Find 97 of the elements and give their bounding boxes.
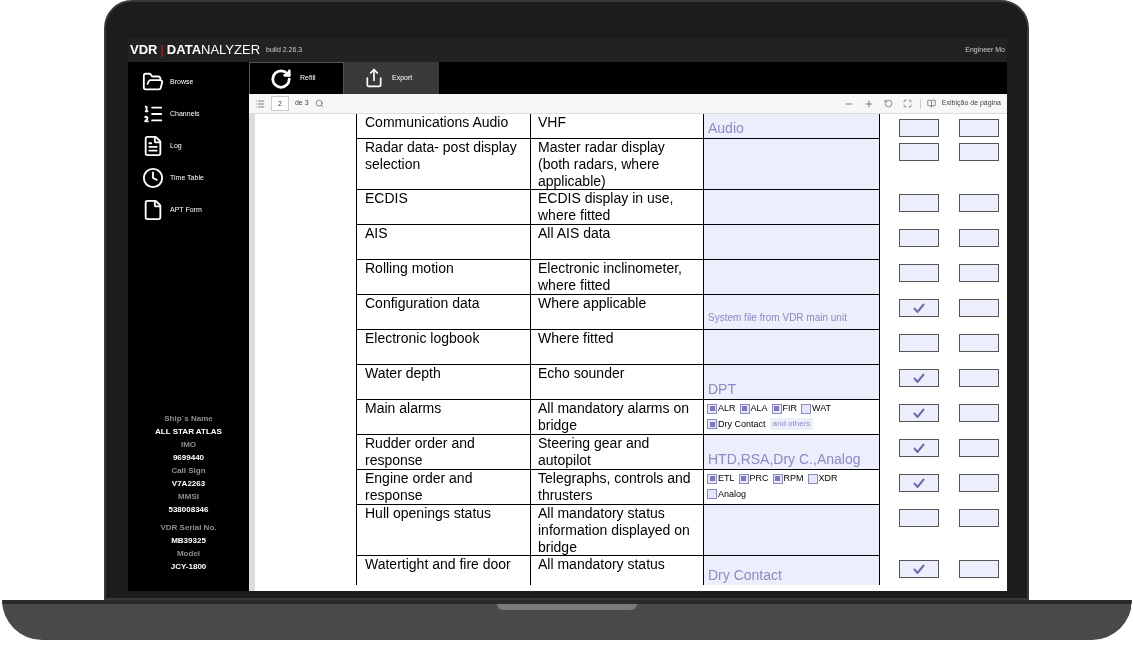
- option-checkbox[interactable]: [807, 473, 818, 484]
- file-icon: [142, 199, 164, 221]
- table-cell: Radar data- post display selection: [356, 138, 531, 190]
- table-cell: ECDIS: [356, 189, 531, 224]
- checkbox[interactable]: [959, 404, 999, 422]
- option-checkbox[interactable]: [801, 403, 812, 414]
- info-label: Model: [176, 548, 201, 560]
- table-cell: Watertight and fire door: [356, 555, 531, 585]
- info-value: MB39325: [171, 535, 206, 547]
- page-view-icon[interactable]: [926, 99, 936, 108]
- option-label: ETL: [718, 472, 735, 485]
- zoom-in-icon[interactable]: [863, 98, 874, 109]
- option-label: Analog: [718, 487, 747, 501]
- clock-icon: [142, 167, 164, 189]
- info-label: VDR Serial No.: [160, 522, 217, 534]
- refresh-icon: [270, 67, 292, 90]
- checkbox[interactable]: [899, 334, 939, 352]
- table-cell: Electronic logbook: [356, 329, 531, 364]
- checkbox[interactable]: [899, 404, 939, 422]
- info-value: V7A2263: [171, 478, 206, 490]
- info-value: 538008346: [168, 504, 209, 516]
- table-cell: Hull openings status: [356, 504, 531, 556]
- check-icon: [913, 303, 925, 313]
- document-icon: [142, 135, 164, 157]
- checkbox[interactable]: [959, 369, 999, 387]
- share-icon: [364, 68, 384, 88]
- checkbox[interactable]: [899, 369, 939, 387]
- checkbox[interactable]: [959, 439, 999, 457]
- table-cell: Rolling motion: [356, 259, 531, 294]
- info-label: Call Sign: [171, 465, 206, 477]
- source-text: Dry Contact: [707, 567, 783, 584]
- table-cell: Communications Audio: [356, 114, 531, 138]
- source-text: DPT: [707, 381, 737, 398]
- checkbox[interactable]: [899, 119, 939, 137]
- option-label: RPM: [783, 472, 804, 485]
- rotate-icon[interactable]: [883, 99, 893, 108]
- option-checkbox[interactable]: [738, 473, 749, 484]
- folder-icon: [142, 71, 164, 93]
- source-text: System file from VDR main unit: [707, 311, 848, 325]
- checkbox[interactable]: [899, 194, 939, 212]
- checkbox[interactable]: [899, 264, 939, 282]
- list-icon: [142, 103, 164, 125]
- table-cell: Engine order and response: [356, 469, 531, 504]
- info-value: JCY-1800: [170, 561, 207, 573]
- info-label: Ship`s Name: [164, 413, 213, 425]
- option-label: ALR: [718, 402, 736, 415]
- checkbox[interactable]: [899, 439, 939, 457]
- checkbox[interactable]: [959, 334, 999, 352]
- option-checkbox[interactable]: [707, 473, 717, 484]
- checkbox[interactable]: [899, 474, 939, 492]
- option-label: WAT: [812, 402, 832, 415]
- checkbox[interactable]: [899, 143, 939, 161]
- source-text: HTD,RSA,Dry C.,Analog: [707, 451, 862, 468]
- checkbox[interactable]: [899, 299, 939, 317]
- checkbox[interactable]: [959, 560, 999, 578]
- info-label: IMO: [180, 439, 197, 451]
- checkbox[interactable]: [899, 560, 939, 578]
- option-label: ALA: [750, 402, 768, 415]
- checkbox[interactable]: [959, 229, 999, 247]
- option-label: FIR: [782, 402, 798, 415]
- checkbox[interactable]: [959, 119, 999, 137]
- logo-name: DATANALYZER: [166, 41, 261, 60]
- check-icon: [913, 478, 925, 488]
- check-icon: [913, 443, 925, 453]
- checkbox[interactable]: [959, 299, 999, 317]
- option-checkbox[interactable]: [739, 403, 750, 414]
- checkbox[interactable]: [959, 143, 999, 161]
- search-icon[interactable]: [314, 99, 324, 108]
- check-icon: [913, 564, 925, 574]
- option-checkbox[interactable]: [707, 403, 717, 414]
- checkbox[interactable]: [959, 509, 999, 527]
- option-checkbox[interactable]: [707, 489, 717, 500]
- check-icon: [913, 408, 925, 418]
- checkbox[interactable]: [899, 509, 939, 527]
- table-cell: AIS: [356, 224, 531, 259]
- logo-prefix: VDR: [130, 41, 158, 60]
- table-cell: Main alarms: [356, 399, 531, 434]
- table-cell: Water depth: [356, 364, 531, 399]
- check-icon: [913, 373, 925, 383]
- info-value: 9699440: [172, 452, 205, 464]
- option-checkbox[interactable]: [707, 419, 717, 430]
- option-label: Dry Contact: [718, 417, 766, 431]
- checkbox[interactable]: [959, 474, 999, 492]
- info-label: MMSI: [178, 491, 199, 503]
- option-label: XDR: [818, 472, 838, 485]
- option-label: PRC: [749, 472, 769, 485]
- checkbox[interactable]: [959, 264, 999, 282]
- info-value: ALL STAR ATLAS: [155, 426, 222, 438]
- table-cell: Configuration data: [356, 294, 531, 329]
- option-checkbox[interactable]: [771, 403, 782, 414]
- checkbox[interactable]: [899, 229, 939, 247]
- option-checkbox[interactable]: [772, 473, 783, 484]
- logo-separator: |: [160, 41, 164, 60]
- table-cell: Rudder order and response: [356, 434, 531, 469]
- source-text: Audio: [707, 120, 745, 137]
- checkbox[interactable]: [959, 194, 999, 212]
- option-note: and others: [769, 418, 814, 431]
